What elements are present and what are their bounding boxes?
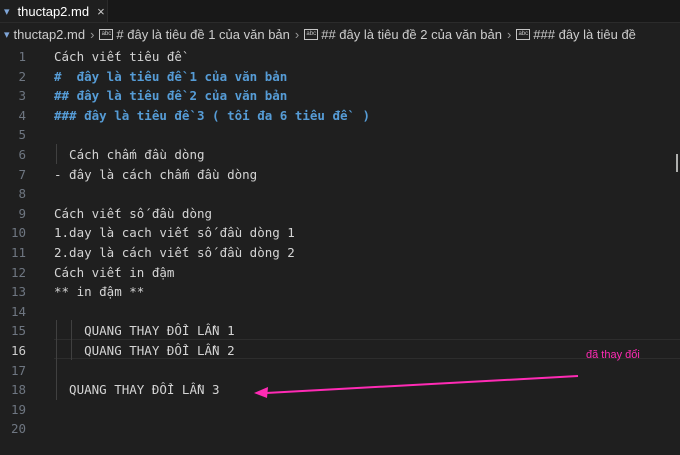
code-line[interactable]: 8	[0, 184, 680, 204]
line-number: 8	[18, 186, 26, 202]
code-line[interactable]: 16 QUANG THAY ĐỔI LẦN 2	[0, 341, 680, 361]
line-text: - đây là cách chấm đầu dòng	[54, 166, 258, 182]
line-text: QUANG THAY ĐỔI LẦN 1	[54, 323, 235, 339]
line-text: ### đây là tiêu đề 3 ( tối đa 6 tiêu đề …	[54, 107, 371, 123]
code-line[interactable]: 20	[0, 419, 680, 439]
chevron-right-icon: ›	[506, 26, 512, 42]
line-number: 13	[10, 284, 26, 300]
line-number: 10	[10, 225, 26, 241]
line-text: 2.day là cách viết số đầu dòng 2	[54, 245, 295, 260]
code-line[interactable]: 17	[0, 361, 680, 381]
line-number: 20	[10, 421, 26, 437]
tab-title: thuctap2.md	[17, 3, 90, 19]
line-text: Cách viết in đậm	[54, 264, 175, 280]
code-line[interactable]: 14	[0, 302, 680, 322]
line-number: 5	[18, 127, 26, 143]
code-line[interactable]: 18 QUANG THAY ĐỔI LẦN 3	[0, 380, 680, 400]
line-number: 12	[10, 264, 26, 280]
line-number: 14	[10, 303, 26, 319]
line-number: 19	[10, 401, 26, 417]
breadcrumb-item-heading1[interactable]: abc # đây là tiêu đề 1 của văn bản	[99, 27, 290, 42]
code-line[interactable]: 7 - đây là cách chấm đầu dòng	[0, 165, 680, 185]
symbol-string-icon: abc	[516, 28, 531, 40]
text-cursor	[676, 154, 678, 172]
close-icon[interactable]: ×	[97, 4, 111, 19]
line-number: 6	[18, 147, 26, 162]
line-number: 3	[18, 88, 26, 104]
code-line[interactable]: 19	[0, 400, 680, 420]
breadcrumb-item-file[interactable]: ▾ thuctap2.md	[4, 27, 85, 42]
breadcrumb-item-heading3[interactable]: abc ### đây là tiêu đề	[516, 27, 636, 42]
line-text: # đây là tiêu đề 1 của văn bản	[54, 68, 288, 84]
line-number: 16	[10, 343, 26, 358]
line-text: Cách viết số đầu dòng	[54, 205, 213, 221]
code-line[interactable]: 13 ** in đậm **	[0, 282, 680, 302]
symbol-string-icon: abc	[304, 28, 319, 40]
code-line[interactable]: 6 Cách chấm đầu dòng	[0, 145, 680, 165]
annotation-label: đã thay đổi	[586, 349, 640, 361]
line-number: 1	[18, 49, 26, 64]
breadcrumb: ▾ thuctap2.md › abc # đây là tiêu đề 1 c…	[0, 23, 680, 45]
line-text: QUANG THAY ĐỔI LẦN 3	[54, 382, 220, 398]
chevron-right-icon: ›	[90, 26, 95, 42]
code-line[interactable]: 9 Cách viết số đầu dòng	[0, 204, 680, 224]
code-line[interactable]: 3 ## đây là tiêu đề 2 của văn bản	[0, 86, 680, 106]
code-line[interactable]: 2 # đây là tiêu đề 1 của văn bản	[0, 67, 680, 87]
chevron-right-icon: ›	[294, 26, 300, 42]
code-line[interactable]: 4 ### đây là tiêu đề 3 ( tối đa 6 tiêu đề…	[0, 106, 680, 126]
line-text: 1.day là cach viết số đầu dòng 1	[54, 225, 295, 241]
line-number: 4	[18, 107, 26, 123]
code-line[interactable]: 10 1.day là cach viết số đầu dòng 1	[0, 223, 680, 243]
code-line[interactable]: 12 Cách viết in đậm	[0, 263, 680, 283]
line-text: Cách chấm đầu dòng	[54, 147, 205, 162]
line-number: 2	[18, 68, 26, 84]
list-marker: -	[54, 166, 62, 182]
line-text: ## đây là tiêu đề 2 của văn bản	[54, 88, 288, 104]
line-text: QUANG THAY ĐỔI LẦN 2	[54, 343, 235, 358]
code-line[interactable]: 15 QUANG THAY ĐỔI LẦN 1	[0, 321, 680, 341]
markdown-icon: ▾	[4, 28, 10, 41]
symbol-string-icon: abc	[99, 28, 114, 40]
line-text: Cách viết tiêu đề	[54, 49, 182, 64]
line-number: 11	[10, 245, 26, 260]
line-number: 18	[10, 382, 26, 398]
tab-bar: ▾ thuctap2.md ×	[0, 0, 680, 23]
line-number: 7	[18, 166, 26, 182]
code-line[interactable]: 1 Cách viết tiêu đề	[0, 47, 680, 67]
breadcrumb-item-heading2[interactable]: abc ## đây là tiêu đề 2 của văn bản	[304, 27, 502, 42]
line-text: ** in đậm **	[54, 284, 145, 300]
tab-thuctap2[interactable]: ▾ thuctap2.md ×	[0, 0, 108, 22]
line-number: 15	[10, 323, 26, 339]
code-line[interactable]: 11 2.day là cách viết số đầu dòng 2	[0, 243, 680, 263]
markdown-icon: ▾	[4, 5, 10, 18]
code-line[interactable]: 5	[0, 125, 680, 145]
line-number: 9	[18, 205, 26, 221]
editor[interactable]: 1 Cách viết tiêu đề 2 # đây là tiêu đề 1 củ…	[0, 46, 680, 455]
line-number: 17	[10, 362, 26, 378]
